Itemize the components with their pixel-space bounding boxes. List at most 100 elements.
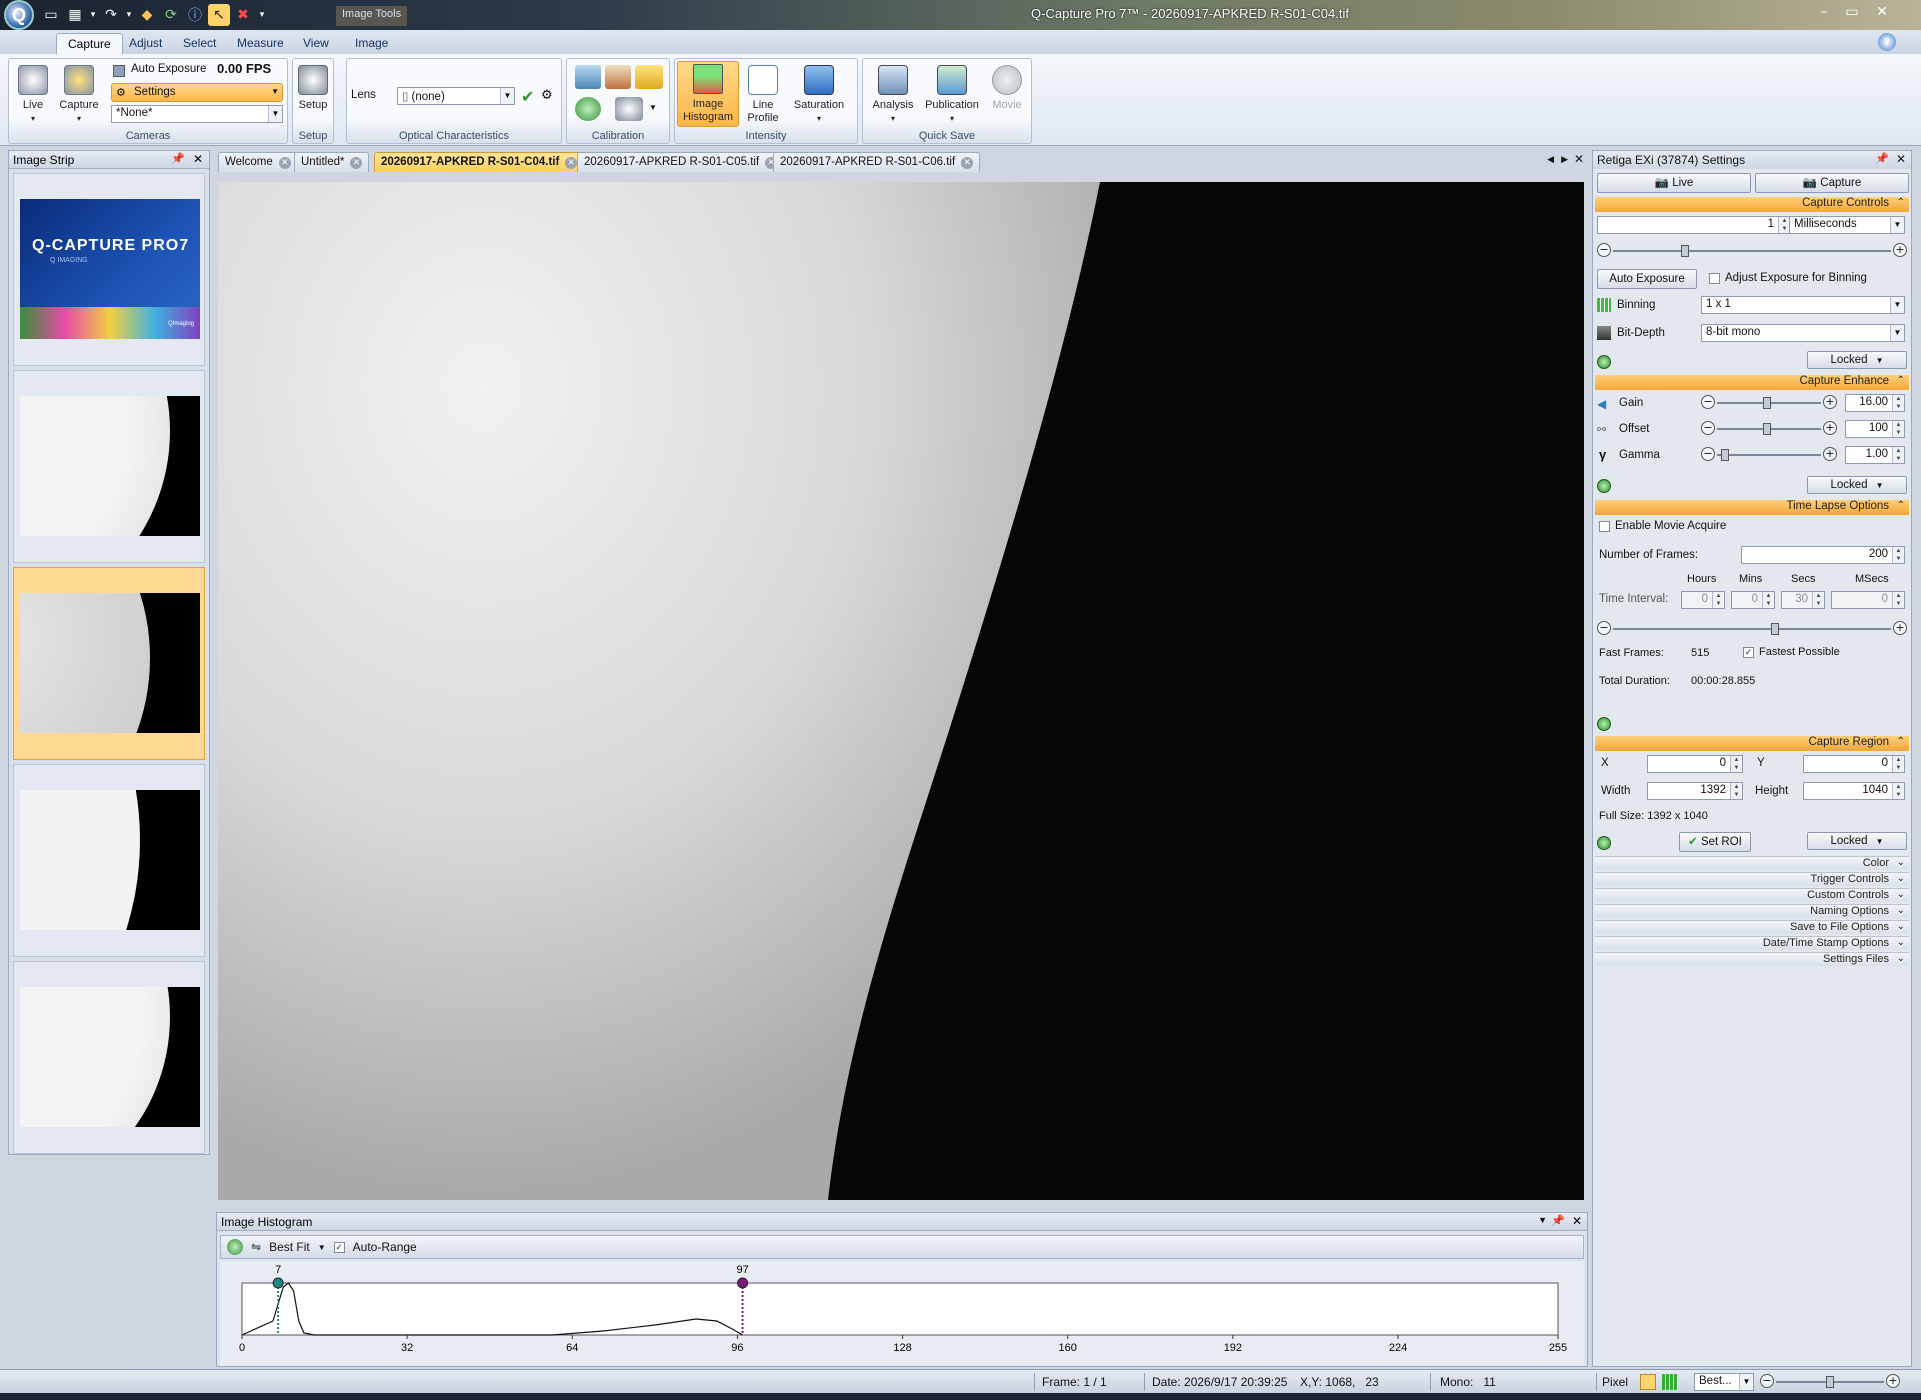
slider-thumb[interactable] bbox=[1826, 1376, 1834, 1388]
frames-input[interactable]: 200 ▲ ▼ bbox=[1741, 546, 1905, 564]
info-icon[interactable]: ⓘ bbox=[184, 4, 206, 26]
live-button[interactable]: Live ▾ bbox=[15, 65, 51, 125]
pin-icon[interactable]: 📌 bbox=[1875, 152, 1889, 165]
close-icon[interactable]: ✕ bbox=[1871, 4, 1893, 24]
plus-icon[interactable]: + bbox=[1893, 621, 1907, 635]
settings-dropdown[interactable]: ⚙ Settings ▼ bbox=[111, 83, 283, 102]
thumbnail-c04-selected[interactable] bbox=[13, 567, 205, 760]
section-time-lapse[interactable]: Time Lapse Options ⌃ bbox=[1595, 500, 1909, 515]
reset-icon[interactable] bbox=[575, 97, 601, 121]
lens-dropdown[interactable]: ▯ (none) ▼ bbox=[397, 87, 515, 105]
app-menu-button[interactable]: Q bbox=[4, 0, 34, 30]
minus-icon[interactable]: − bbox=[1597, 243, 1611, 257]
close-icon[interactable]: ✕ bbox=[1896, 152, 1906, 166]
line-profile-button[interactable]: Line Profile bbox=[743, 65, 783, 125]
auto-range-checkbox[interactable]: ✓ bbox=[333, 1241, 345, 1253]
thumbnail-c05[interactable] bbox=[13, 764, 205, 957]
slider-thumb[interactable] bbox=[1763, 397, 1771, 409]
exposure-slider[interactable]: − + bbox=[1597, 243, 1907, 259]
interval-slider[interactable]: − + bbox=[1597, 621, 1907, 637]
spinner-icon[interactable]: ▲ ▼ bbox=[1892, 395, 1904, 411]
gain-slider[interactable]: − + bbox=[1701, 395, 1837, 411]
redo-icon[interactable]: ↷ bbox=[100, 4, 122, 26]
close-icon[interactable]: ✕ bbox=[1572, 1214, 1582, 1228]
chevron-down-icon[interactable]: ▾ bbox=[124, 4, 134, 26]
spinner-icon[interactable]: ▲ ▼ bbox=[1892, 447, 1904, 463]
slider-thumb[interactable] bbox=[1763, 423, 1771, 435]
movie-button[interactable]: Movie bbox=[987, 65, 1027, 112]
section-save-to-file[interactable]: Save to File Options ⌄ bbox=[1595, 920, 1909, 934]
secs-input[interactable]: 30 ▲ ▼ bbox=[1781, 591, 1825, 609]
close-icon[interactable]: ✕ bbox=[1574, 152, 1584, 166]
auto-exposure-button[interactable]: Auto Exposure bbox=[1597, 269, 1697, 289]
plus-icon[interactable]: + bbox=[1893, 243, 1907, 257]
doc-tab-c04[interactable]: 20260917-APKRED R-S01-C04.tif ✕ bbox=[374, 152, 585, 172]
reset-icon[interactable] bbox=[1597, 836, 1611, 850]
section-custom-controls[interactable]: Custom Controls ⌄ bbox=[1595, 888, 1909, 902]
close-icon[interactable]: ✕ bbox=[278, 157, 291, 169]
pin-icon[interactable]: 📌 bbox=[1551, 1214, 1565, 1227]
spinner-icon[interactable]: ▲ ▼ bbox=[1892, 592, 1904, 608]
section-capture-enhance[interactable]: Capture Enhance ⌃ bbox=[1595, 375, 1909, 390]
spinner-icon[interactable]: ▲ ▼ bbox=[1712, 592, 1724, 608]
tab-view[interactable]: View bbox=[292, 33, 340, 54]
spinner-icon[interactable]: ▲ ▼ bbox=[1892, 756, 1904, 772]
grid-icon[interactable] bbox=[1662, 1374, 1678, 1390]
width-input[interactable]: 1392 ▲ ▼ bbox=[1647, 782, 1743, 800]
window-icon[interactable]: ▭ bbox=[40, 4, 62, 26]
tag-icon[interactable]: ◆ bbox=[136, 4, 158, 26]
best-fit-dropdown[interactable]: Best Fit bbox=[269, 1240, 310, 1254]
binning-dropdown[interactable]: 1 x 1 ▼ bbox=[1701, 296, 1905, 314]
setup-button[interactable]: Setup bbox=[296, 65, 330, 112]
thumbnail-c02[interactable] bbox=[13, 370, 205, 563]
slider-thumb[interactable] bbox=[1681, 245, 1689, 257]
doc-tab-c06[interactable]: 20260917-APKRED R-S01-C06.tif ✕ bbox=[773, 152, 981, 172]
zoom-slider[interactable]: − + bbox=[1760, 1374, 1900, 1390]
minus-icon[interactable]: − bbox=[1701, 421, 1715, 435]
tab-image[interactable]: Image bbox=[344, 33, 399, 54]
refresh-icon[interactable]: ⟳ bbox=[160, 4, 182, 26]
scroll-right-icon[interactable]: ▶ bbox=[1561, 154, 1568, 165]
y-input[interactable]: 0 ▲ ▼ bbox=[1803, 755, 1905, 773]
tab-adjust[interactable]: Adjust bbox=[118, 33, 173, 54]
saturation-button[interactable]: Saturation ▾ bbox=[787, 65, 851, 125]
doc-tab-welcome[interactable]: Welcome ✕ bbox=[218, 152, 298, 172]
apply-check-icon[interactable]: ✔ bbox=[521, 87, 534, 106]
thumbnail-splash[interactable]: Q-CAPTURE PRO7 Q IMAGING QImaging bbox=[13, 173, 205, 366]
spinner-icon[interactable]: ▲ ▼ bbox=[1730, 756, 1742, 772]
set-roi-button[interactable]: ✔ Set ROI bbox=[1679, 832, 1751, 852]
plus-icon[interactable]: + bbox=[1823, 421, 1837, 435]
thumbnail-c06[interactable] bbox=[13, 961, 205, 1154]
preset-dropdown[interactable]: *None* ▼ bbox=[111, 105, 283, 123]
slider-thumb[interactable] bbox=[1721, 449, 1729, 461]
mins-input[interactable]: 0 ▲ ▼ bbox=[1731, 591, 1775, 609]
height-input[interactable]: 1040 ▲ ▼ bbox=[1803, 782, 1905, 800]
plus-icon[interactable]: + bbox=[1823, 447, 1837, 461]
refresh-icon[interactable] bbox=[227, 1239, 243, 1255]
spinner-icon[interactable]: ▲ ▼ bbox=[1812, 592, 1824, 608]
settings-tab-live[interactable]: 📷 Live bbox=[1597, 173, 1751, 193]
x-input[interactable]: 0 ▲ ▼ bbox=[1647, 755, 1743, 773]
auto-exposure-button[interactable]: Auto Exposure bbox=[131, 63, 206, 75]
spinner-icon[interactable]: ▲ ▼ bbox=[1730, 783, 1742, 799]
reset-icon[interactable] bbox=[1597, 717, 1611, 731]
close-icon[interactable]: ✕ bbox=[193, 152, 203, 166]
section-capture-controls[interactable]: Capture Controls ⌃ bbox=[1595, 197, 1909, 212]
minus-icon[interactable]: − bbox=[1597, 621, 1611, 635]
calibrate-icon[interactable] bbox=[575, 65, 601, 89]
spinner-icon[interactable]: ▲ ▼ bbox=[1892, 421, 1904, 437]
exposure-unit-dropdown[interactable]: Milliseconds ▼ bbox=[1789, 216, 1905, 234]
image-viewer[interactable] bbox=[218, 182, 1584, 1200]
publication-button[interactable]: Publication ▾ bbox=[921, 65, 983, 125]
image-histogram-button[interactable]: Image Histogram bbox=[677, 61, 739, 127]
lens-settings-icon[interactable]: ⚙ bbox=[541, 88, 553, 103]
gamma-input[interactable]: 1.00 ▲ ▼ bbox=[1845, 446, 1905, 464]
section-settings-files[interactable]: Settings Files ⌄ bbox=[1595, 952, 1909, 966]
brush-icon[interactable] bbox=[605, 65, 631, 89]
chevron-down-icon[interactable]: ▼ bbox=[1538, 1215, 1547, 1225]
spinner-icon[interactable]: ▲ ▼ bbox=[1762, 592, 1774, 608]
spinner-icon[interactable]: ▲ ▼ bbox=[1892, 547, 1904, 563]
region-locked-dropdown[interactable]: Locked ▼ bbox=[1807, 832, 1907, 850]
section-color[interactable]: Color ⌄ bbox=[1595, 856, 1909, 870]
plus-icon[interactable]: + bbox=[1886, 1374, 1900, 1388]
